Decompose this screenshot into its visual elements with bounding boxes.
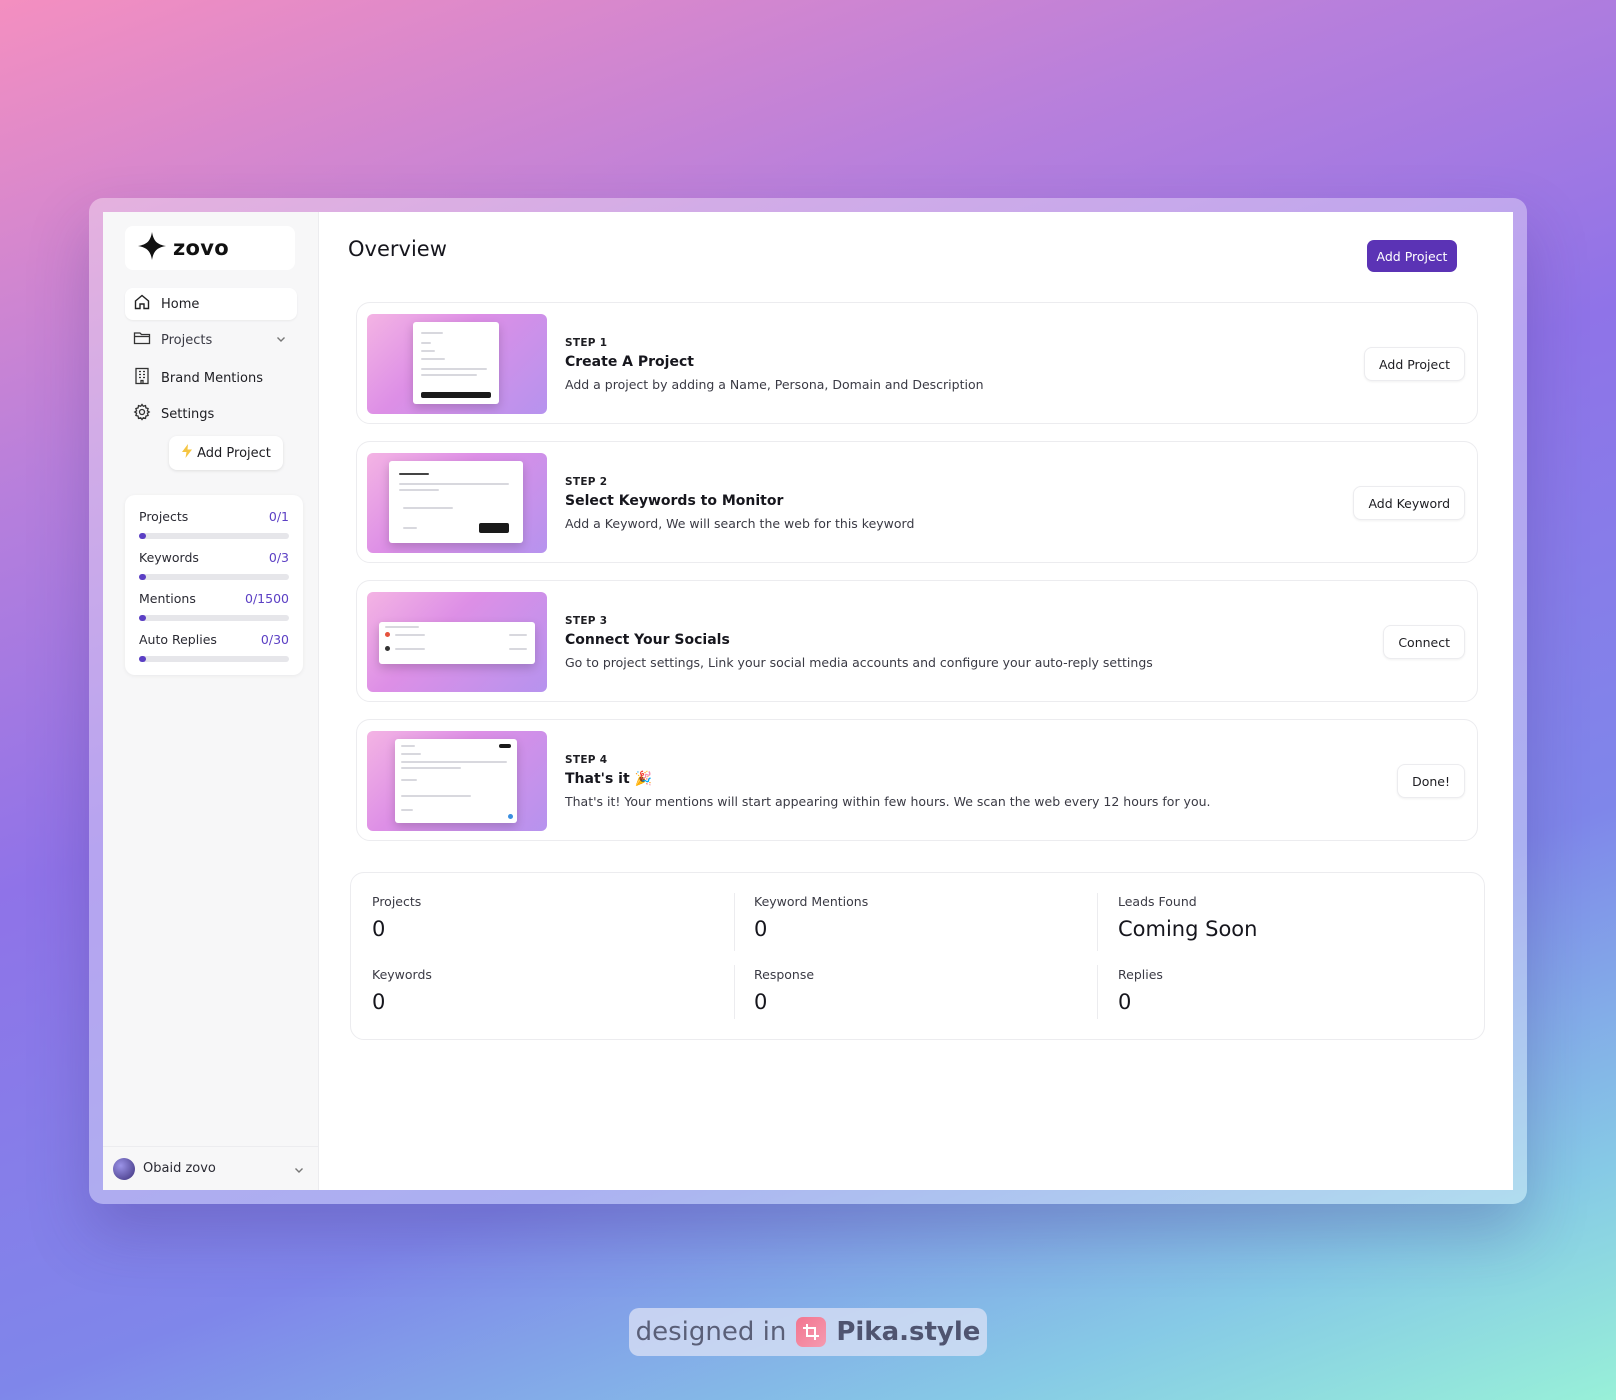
stat-leads-found: Leads Found Coming Soon bbox=[1118, 894, 1257, 941]
step-title: Select Keywords to Monitor bbox=[565, 493, 784, 509]
step-number: STEP 3 bbox=[565, 615, 608, 627]
stat-keyword-mentions: Keyword Mentions 0 bbox=[754, 894, 868, 941]
stat-value: 0 bbox=[754, 990, 768, 1014]
usage-progress-bar bbox=[139, 574, 289, 580]
designed-in-badge: designed in Pika.style bbox=[629, 1308, 987, 1356]
stat-label: Response bbox=[754, 967, 815, 982]
nav-label-settings: Settings bbox=[161, 406, 215, 422]
step-number: STEP 2 bbox=[565, 476, 608, 488]
nav-item-settings[interactable]: Settings bbox=[125, 398, 297, 430]
step-description: That's it! Your mentions will start appe… bbox=[565, 794, 1211, 809]
step-2-thumbnail bbox=[367, 453, 547, 553]
step-description: Go to project settings, Link your social… bbox=[565, 655, 1153, 670]
header-add-project-button[interactable]: Add Project bbox=[1367, 240, 1457, 272]
stat-label: Keywords bbox=[372, 967, 432, 982]
usage-value: 0/3 bbox=[268, 550, 289, 565]
stat-value: 0 bbox=[1118, 990, 1132, 1014]
logo[interactable]: zovo bbox=[125, 226, 295, 270]
sidebar: zovo Home Projects Brand Mentions Settin… bbox=[103, 212, 319, 1190]
building-icon bbox=[133, 367, 151, 389]
stat-label: Projects bbox=[372, 894, 422, 909]
usage-value: 0/30 bbox=[260, 632, 289, 647]
stat-label: Keyword Mentions bbox=[754, 894, 869, 909]
usage-value: 0/1500 bbox=[245, 591, 289, 606]
step-1-thumbnail bbox=[367, 314, 547, 414]
nav-label-projects: Projects bbox=[161, 332, 213, 348]
usage-card: Projects 0/1 Keywords 0/3 Mentions 0/150… bbox=[125, 495, 303, 675]
chevron-down-icon[interactable] bbox=[293, 1164, 305, 1180]
stat-value: Coming Soon bbox=[1118, 917, 1258, 941]
badge-prefix: designed in bbox=[635, 1317, 787, 1347]
step-title: Create A Project bbox=[565, 354, 694, 370]
stat-projects: Projects 0 bbox=[372, 894, 421, 941]
logo-text: zovo bbox=[173, 236, 229, 260]
step-2-add-keyword-button[interactable]: Add Keyword bbox=[1353, 486, 1465, 520]
page-title: Overview bbox=[348, 237, 447, 261]
chevron-down-icon[interactable] bbox=[275, 333, 287, 349]
user-menu[interactable]: Obaid zovo bbox=[103, 1146, 319, 1190]
step-number: STEP 4 bbox=[565, 754, 608, 766]
step-description: Add a Keyword, We will search the web fo… bbox=[565, 516, 915, 531]
step-card-4: STEP 4 That's it 🎉 That's it! Your menti… bbox=[356, 719, 1478, 841]
usage-value: 0/1 bbox=[268, 509, 289, 524]
user-name: Obaid zovo bbox=[143, 1161, 216, 1176]
step-card-1: STEP 1 Create A Project Add a project by… bbox=[356, 302, 1478, 424]
nav-item-home[interactable]: Home bbox=[125, 288, 297, 320]
stat-value: 0 bbox=[754, 917, 768, 941]
stat-replies: Replies 0 bbox=[1118, 967, 1163, 1014]
step-4-thumbnail bbox=[367, 731, 547, 831]
usage-progress-bar bbox=[139, 533, 289, 539]
sparkle-logo-icon bbox=[137, 231, 167, 265]
stat-label: Leads Found bbox=[1118, 894, 1197, 909]
step-card-2: STEP 2 Select Keywords to Monitor Add a … bbox=[356, 441, 1478, 563]
sidebar-add-project-label: Add Project bbox=[197, 445, 271, 461]
stat-label: Replies bbox=[1118, 967, 1163, 982]
nav-item-projects[interactable]: Projects bbox=[125, 324, 297, 356]
lightning-icon bbox=[181, 444, 193, 462]
usage-label: Auto Replies bbox=[139, 632, 217, 647]
gear-icon bbox=[133, 403, 151, 425]
avatar bbox=[113, 1157, 135, 1180]
step-1-add-project-button[interactable]: Add Project bbox=[1364, 347, 1465, 381]
stat-keywords: Keywords 0 bbox=[372, 967, 432, 1014]
stat-value: 0 bbox=[372, 990, 386, 1014]
stat-response: Response 0 bbox=[754, 967, 814, 1014]
step-4-done-button[interactable]: Done! bbox=[1397, 764, 1465, 798]
step-3-connect-button[interactable]: Connect bbox=[1383, 625, 1465, 659]
usage-label: Projects bbox=[139, 509, 189, 524]
folder-icon bbox=[133, 329, 151, 351]
stats-card: Projects 0 Keyword Mentions 0 Leads Foun… bbox=[350, 872, 1485, 1040]
usage-progress-bar bbox=[139, 656, 289, 662]
badge-brand: Pika.style bbox=[836, 1317, 981, 1347]
main-content: Overview Add Project STEP 1 Create A Pro… bbox=[319, 212, 1513, 1190]
usage-label: Mentions bbox=[139, 591, 196, 606]
nav-label-brand-mentions: Brand Mentions bbox=[161, 370, 263, 386]
sidebar-add-project-button[interactable]: Add Project bbox=[169, 436, 283, 470]
pika-logo-icon bbox=[796, 1317, 827, 1347]
nav-label-home: Home bbox=[161, 296, 200, 312]
stat-value: 0 bbox=[372, 917, 386, 941]
step-3-thumbnail bbox=[367, 592, 547, 692]
step-title: That's it 🎉 bbox=[565, 771, 652, 787]
nav-item-brand-mentions[interactable]: Brand Mentions bbox=[125, 362, 297, 394]
step-number: STEP 1 bbox=[565, 337, 608, 349]
step-card-3: STEP 3 Connect Your Socials Go to projec… bbox=[356, 580, 1478, 702]
step-description: Add a project by adding a Name, Persona,… bbox=[565, 377, 984, 392]
home-icon bbox=[133, 293, 151, 315]
usage-label: Keywords bbox=[139, 550, 199, 565]
usage-progress-bar bbox=[139, 615, 289, 621]
step-title: Connect Your Socials bbox=[565, 632, 730, 648]
app-window: zovo Home Projects Brand Mentions Settin… bbox=[103, 212, 1513, 1190]
